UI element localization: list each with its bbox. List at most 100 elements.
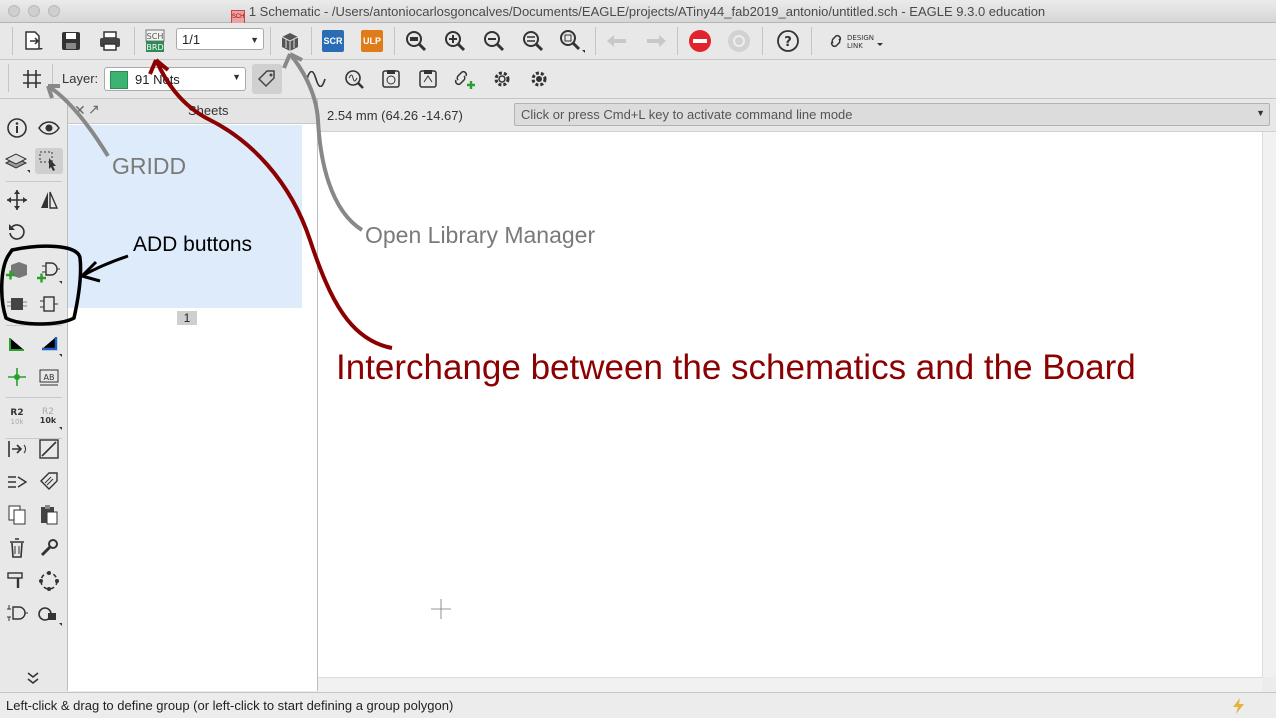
group-select-icon[interactable] bbox=[35, 148, 63, 174]
name-r2-text: R2 bbox=[10, 408, 23, 418]
zoom-in-icon[interactable] bbox=[440, 26, 470, 56]
go-icon[interactable] bbox=[724, 26, 754, 56]
junction-icon[interactable] bbox=[3, 364, 31, 390]
close-panel-icon[interactable]: ✕ bbox=[74, 102, 86, 119]
link-add-icon[interactable] bbox=[450, 64, 480, 94]
status-text: Left-click & drag to define group (or le… bbox=[6, 698, 454, 713]
layers-icon[interactable] bbox=[3, 148, 31, 174]
net-icon[interactable] bbox=[35, 332, 63, 358]
miter-icon[interactable] bbox=[35, 568, 63, 594]
rotate-icon[interactable] bbox=[3, 219, 31, 245]
design-link-icon[interactable]: DESIGN LINK bbox=[826, 26, 886, 56]
crosshair-cursor-icon bbox=[431, 599, 451, 619]
script-icon[interactable]: SCR bbox=[318, 26, 348, 56]
invoke-icon[interactable] bbox=[35, 291, 63, 317]
label-icon[interactable]: AB bbox=[35, 364, 63, 390]
sheet-select-value: 1/1 bbox=[182, 32, 201, 47]
undo-icon[interactable] bbox=[602, 26, 632, 56]
layer-label: Layer: bbox=[62, 71, 99, 86]
redo-icon[interactable] bbox=[641, 26, 671, 56]
detach-panel-icon[interactable]: ↗ bbox=[88, 101, 100, 118]
design-link-line2: LINK bbox=[847, 42, 863, 50]
window-titlebar: SCH 1 Schematic - /Users/antoniocarlosgon… bbox=[0, 0, 1276, 24]
ulp-icon[interactable]: ULP bbox=[357, 26, 387, 56]
secondary-toolbar: Layer: 91 Nets ▼ bbox=[0, 60, 1276, 99]
info-icon[interactable] bbox=[3, 115, 31, 141]
erc-icon[interactable] bbox=[413, 64, 443, 94]
window-title: SCH 1 Schematic - /Users/antoniocarlosgon… bbox=[0, 4, 1276, 24]
new-file-icon[interactable] bbox=[18, 26, 48, 56]
gateswap-icon[interactable] bbox=[3, 469, 31, 495]
name-icon[interactable]: R2 10k bbox=[3, 404, 31, 430]
wave-icon[interactable] bbox=[302, 64, 332, 94]
settings-icon[interactable] bbox=[487, 64, 517, 94]
wire-icon[interactable] bbox=[3, 332, 31, 358]
library-manager-icon[interactable] bbox=[275, 26, 305, 56]
add-part-icon[interactable] bbox=[3, 259, 31, 285]
attribute-icon[interactable] bbox=[3, 601, 31, 627]
change-icon[interactable] bbox=[35, 535, 63, 561]
help-icon[interactable]: ? bbox=[773, 26, 803, 56]
add-gate-icon[interactable] bbox=[35, 259, 63, 285]
drc-icon[interactable] bbox=[376, 64, 406, 94]
sch-label: SCH bbox=[147, 32, 164, 41]
paste-icon[interactable] bbox=[35, 502, 63, 528]
eye-icon[interactable] bbox=[35, 115, 63, 141]
lock-icon[interactable] bbox=[35, 601, 63, 627]
vertical-scrollbar[interactable] bbox=[1262, 132, 1276, 677]
name-10k-text: 10k bbox=[11, 418, 25, 426]
sheet-select[interactable]: 1/1 ▼ bbox=[176, 28, 264, 50]
settings2-icon[interactable] bbox=[524, 64, 554, 94]
design-link-line1: DESIGN bbox=[847, 34, 874, 42]
copy-icon[interactable] bbox=[3, 502, 31, 528]
schematic-canvas[interactable] bbox=[318, 132, 1262, 677]
help-label: ? bbox=[784, 35, 792, 50]
label-ab-text: AB bbox=[44, 373, 55, 382]
cursor-coordinates: 2.54 mm (64.26 -14.67) bbox=[327, 108, 463, 123]
chevron-down-icon[interactable]: ▼ bbox=[1256, 108, 1265, 118]
schematic-file-icon: SCH bbox=[230, 10, 245, 24]
layer-select-value: 91 Nets bbox=[135, 72, 180, 87]
value-10k-text: 10k bbox=[40, 416, 57, 425]
zoom-fit-icon[interactable] bbox=[401, 26, 431, 56]
sch-brd-switch-icon[interactable]: SCH BRD bbox=[140, 26, 170, 56]
main-toolbar: SCH BRD 1/1 ▼ SCR ULP ? DESIGN LINK bbox=[0, 23, 1276, 60]
annotation-open-library-manager: Open Library Manager bbox=[365, 222, 596, 248]
lightning-icon[interactable] bbox=[1230, 697, 1248, 715]
brd-label: BRD bbox=[146, 43, 163, 52]
print-icon[interactable] bbox=[95, 26, 125, 56]
horizontal-scrollbar[interactable] bbox=[318, 677, 1262, 692]
ulp-label: ULP bbox=[361, 30, 383, 52]
sheets-panel: ✕ ↗ Sheets 1 bbox=[68, 99, 318, 691]
sheets-panel-header: ✕ ↗ Sheets bbox=[68, 99, 317, 124]
command-line-input[interactable]: Click or press Cmd+L key to activate com… bbox=[514, 103, 1270, 126]
zoom-out-icon[interactable] bbox=[479, 26, 509, 56]
replace-icon[interactable] bbox=[3, 291, 31, 317]
smash-icon[interactable] bbox=[35, 469, 63, 495]
coordinate-bar: 2.54 mm (64.26 -14.67) Click or press Cm… bbox=[318, 99, 1276, 132]
zoom-previous-icon[interactable] bbox=[518, 26, 548, 56]
stop-icon[interactable] bbox=[685, 26, 715, 56]
move-icon[interactable] bbox=[3, 187, 31, 213]
annotation-interchange: Interchange between the schematics and t… bbox=[336, 348, 1136, 387]
pinswap-icon[interactable] bbox=[3, 436, 31, 462]
annotation-gridd: GRIDD bbox=[112, 153, 187, 179]
zoom-select-icon[interactable] bbox=[557, 26, 587, 56]
line-icon[interactable] bbox=[35, 436, 63, 462]
layer-select[interactable]: 91 Nets ▼ bbox=[104, 67, 246, 91]
command-line-placeholder: Click or press Cmd+L key to activate com… bbox=[521, 107, 853, 122]
expand-icon[interactable] bbox=[19, 665, 47, 691]
value-icon[interactable]: R2 10k bbox=[35, 404, 63, 430]
delete-icon[interactable] bbox=[3, 535, 31, 561]
tag-icon[interactable] bbox=[252, 64, 282, 94]
chevron-down-icon: ▼ bbox=[250, 35, 259, 45]
chevron-down-icon: ▼ bbox=[232, 72, 241, 82]
save-icon[interactable] bbox=[56, 26, 86, 56]
mirror-icon[interactable] bbox=[35, 187, 63, 213]
sheet-number: 1 bbox=[177, 311, 197, 325]
grid-icon[interactable] bbox=[17, 64, 47, 94]
annotation-add-buttons: ADD buttons bbox=[133, 233, 253, 256]
split-icon[interactable] bbox=[3, 568, 31, 594]
layer-color-swatch bbox=[110, 71, 128, 89]
probe-icon[interactable] bbox=[339, 64, 369, 94]
